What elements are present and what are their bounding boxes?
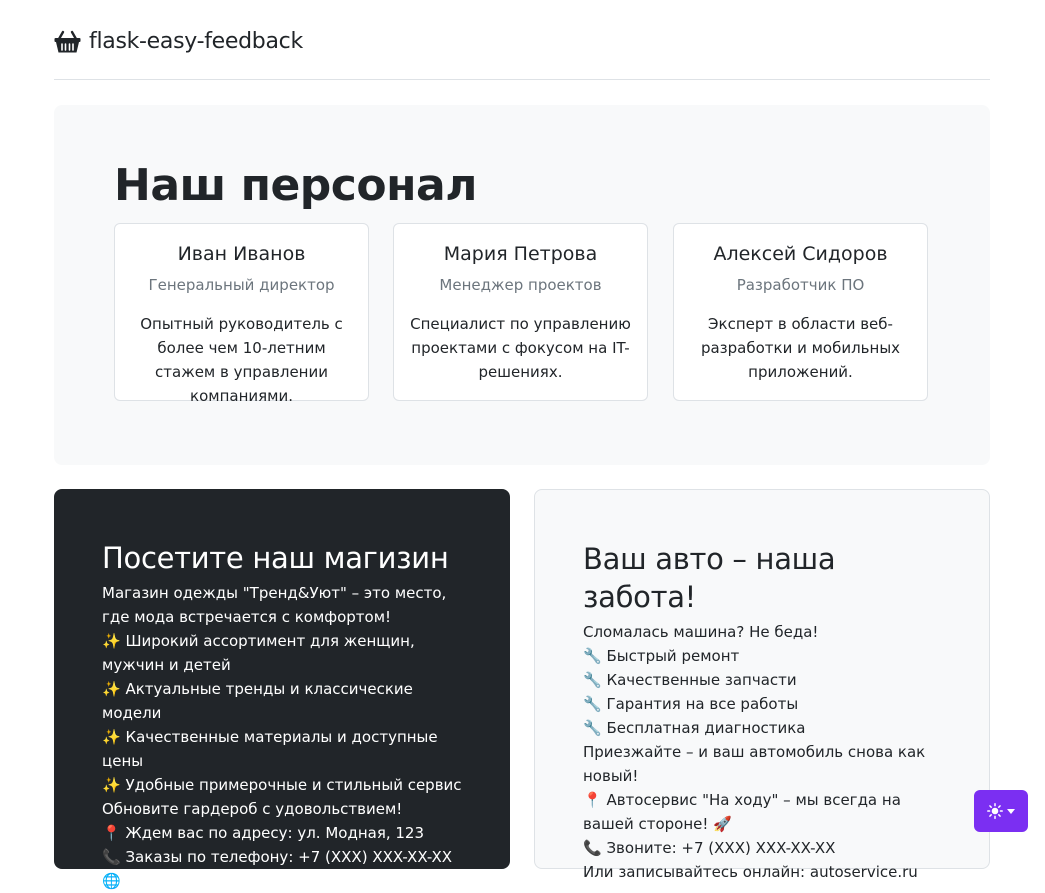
sun-icon (987, 803, 1003, 819)
shop-title: Посетите наш магизин (102, 541, 449, 575)
chevron-down-icon (1007, 808, 1015, 814)
auto-text-line: 🔧 Качественные запчасти (583, 671, 797, 689)
member-bio: Специалист по управлению проектами с фок… (410, 315, 631, 381)
member-bio: Эксперт в области веб-разработки и мобил… (700, 315, 901, 381)
member-bio: Опытный руководитель с более чем 10-летн… (140, 315, 343, 405)
brand-link[interactable]: flask-easy-feedback (54, 29, 303, 54)
auto-text-line: 🔧 Бесплатная диагностика (583, 719, 806, 737)
theme-toggle-button[interactable] (974, 790, 1028, 832)
auto-text-line: 📍 Автосервис "На ходу" – мы всегда на ва… (583, 791, 901, 833)
auto-title: Ваш авто – наша забота! (583, 542, 836, 614)
shop-text-line: ✨ Актуальные тренды и классические модел… (102, 680, 413, 722)
auto-text-line: 🔧 Гарантия на все работы (583, 695, 799, 713)
auto-text-line: 📞 Звоните: +7 (XXX) XXX-XX-XX (583, 839, 836, 857)
auto-text-line: Приезжайте – и ваш автомобиль снова как … (583, 743, 926, 785)
member-role: Генеральный директор (148, 276, 335, 294)
team-card: Мария Петрова Менеджер проектов Специали… (393, 223, 648, 401)
shop-text-line: ✨ Удобные примерочные и стильный сервис (102, 776, 462, 794)
brand-name: flask-easy-feedback (89, 29, 303, 54)
basket-icon (54, 30, 81, 52)
team-section: Наш персонал Иван Иванов Генеральный дир… (54, 105, 990, 465)
team-card: Алексей Сидоров Разработчик ПО Эксперт в… (673, 223, 928, 401)
auto-text-line: Сломалась машина? Не беда! (583, 623, 819, 641)
shop-text-line: 🌐 Онлайн-шопинг: trend-uyut.ru (102, 872, 361, 890)
shop-text-line: 📞 Заказы по телефону: +7 (XXX) XXX-XX-XX (102, 848, 453, 866)
shop-promo: Посетите наш магизин Магазин одежды "Тре… (54, 489, 510, 890)
auto-promo: Ваш авто – наша забота! Сломалась машина… (534, 489, 990, 881)
member-name: Алексей Сидоров (713, 243, 888, 265)
shop-text-line: ✨ Широкий ассортимент для женщин, мужчин… (102, 632, 415, 674)
shop-text-line: Обновите гардероб с удовольствием! (102, 800, 403, 818)
shop-text-line: ✨ Качественные материалы и доступные цен… (102, 728, 438, 770)
member-role: Менеджер проектов (439, 276, 602, 294)
member-name: Мария Петрова (443, 243, 598, 265)
site-header: flask-easy-feedback (54, 0, 990, 80)
member-name: Иван Иванов (177, 243, 306, 265)
shop-text-line: Магазин одежды "Тренд&Уют" – это место, … (102, 584, 447, 626)
shop-text-line: 📍 Ждем вас по адресу: ул. Модная, 123 (102, 824, 425, 842)
team-title: Наш персонал (114, 160, 477, 211)
auto-text-line: 🔧 Быстрый ремонт (583, 647, 740, 665)
auto-text-line: Или записывайтесь онлайн: autoservice.ru (583, 863, 918, 881)
team-card: Иван Иванов Генеральный директор Опытный… (114, 223, 369, 405)
member-role: Разработчик ПО (736, 276, 865, 294)
